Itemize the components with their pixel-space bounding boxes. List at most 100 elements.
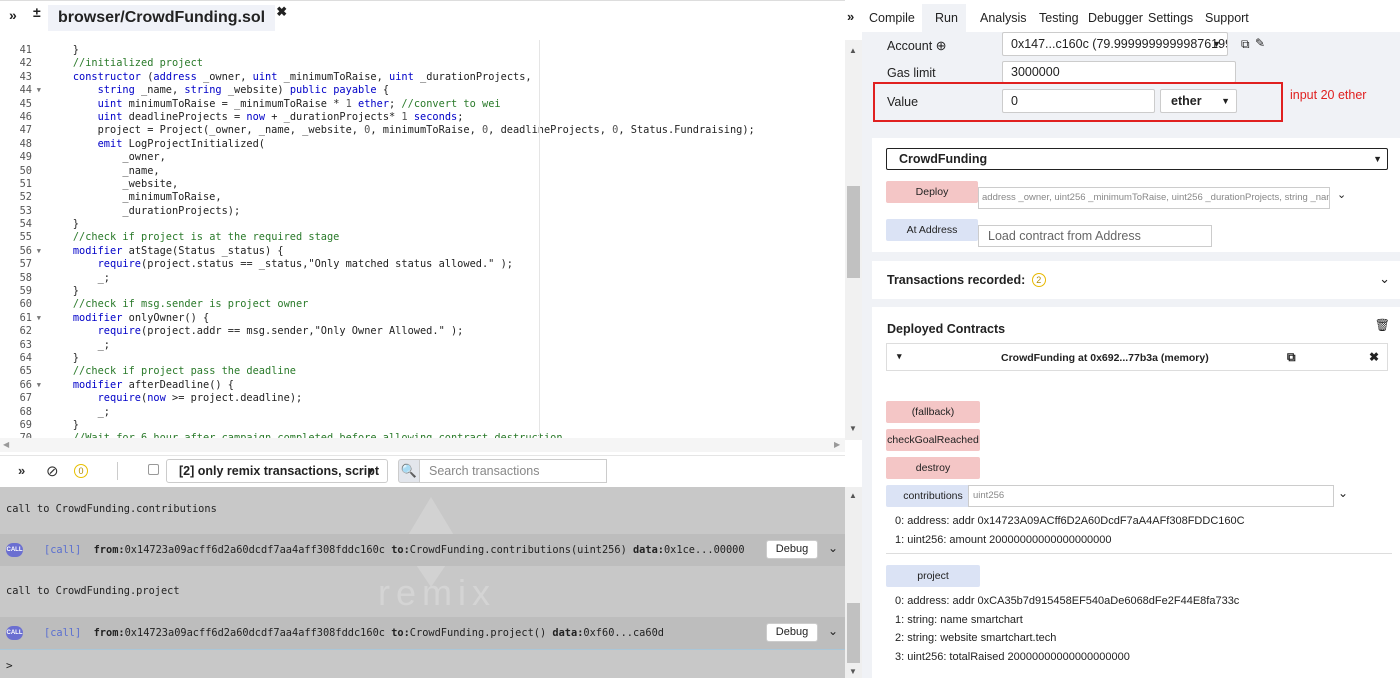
tab-run[interactable]: Run [935,11,958,25]
check-goal-reached-button[interactable]: checkGoalReached [886,429,980,451]
fallback-button[interactable]: (fallback) [886,401,980,423]
terminal-scrollbar[interactable]: ▲ ▼ [845,487,862,678]
project-button[interactable]: project [886,565,980,587]
code-editor[interactable]: 41 42 43 44 ▼ 45 46 47 48 49 50 51 52 53 54 55 56 ▼ 57 58 59… [0,40,845,438]
code-line[interactable]: } [48,285,835,298]
destroy-button[interactable]: destroy [886,457,980,479]
tab-analysis[interactable]: Analysis [980,11,1027,25]
contributions-input[interactable]: uint256 [968,485,1334,507]
code-line[interactable]: require(now >= project.deadline); [48,392,835,405]
code-line[interactable]: _minimumToRaise, [48,191,835,204]
code-line[interactable]: _name, [48,165,835,178]
deploy-args-input[interactable]: address _owner, uint256 _minimumToRaise,… [978,187,1330,209]
fold-icon[interactable]: ▼ [37,245,41,258]
add-account-icon[interactable]: ⊕ [936,38,947,53]
listen-network-checkbox[interactable] [148,464,159,475]
contract-instance-header[interactable]: ▾ CrowdFunding at 0x692...77b3a (memory)… [886,343,1388,371]
tab-testing[interactable]: Testing [1039,11,1079,25]
chevron-down-icon[interactable]: ⌄ [828,624,838,638]
code-line[interactable]: //check if project pass the deadline [48,365,835,378]
transaction-row[interactable]: CALL [call] from:0x14723a09acff6d2a60dcd… [0,617,845,649]
tab-settings[interactable]: Settings [1148,11,1193,25]
minimize-terminal-icon[interactable]: » [18,463,25,478]
line-number: 41 [19,44,32,56]
code-line[interactable]: } [48,352,835,365]
code-line[interactable]: //check if project is at the required st… [48,231,835,244]
account-select[interactable]: 0x147...c160c (79.99999999999876199 ▼ [1002,32,1228,56]
code-line[interactable]: } [48,419,835,432]
collapse-right-icon[interactable]: » [847,9,854,24]
fold-icon[interactable]: ▼ [37,312,41,325]
code-line[interactable]: _; [48,339,835,352]
debug-button[interactable]: Debug [766,540,818,559]
deploy-button[interactable]: Deploy [886,181,978,203]
chevron-down-icon[interactable]: ⌄ [1337,188,1346,201]
chevron-down-icon[interactable]: ⌄ [828,541,838,555]
code-line[interactable]: _website, [48,178,835,191]
code-line[interactable]: uint minimumToRaise = _minimumToRaise * … [48,98,835,111]
code-line[interactable]: } [48,218,835,231]
search-icon[interactable]: 🔍 [398,459,420,483]
at-address-button[interactable]: At Address [886,219,978,241]
code-line[interactable]: _; [48,406,835,419]
code-line[interactable]: //check if msg.sender is project owner [48,298,835,311]
code-line[interactable]: require(project.addr == msg.sender,"Only… [48,325,835,338]
close-icon[interactable]: ✖ [1369,350,1379,364]
chevron-down-icon[interactable]: ⌄ [1338,486,1348,500]
scroll-left-icon[interactable]: ◀ [3,440,9,449]
editor-scrollbar[interactable]: ▲ ▼ [845,40,862,440]
transaction-summary: [call] from:0x14723a09acff6d2a60dcdf7aa4… [44,544,745,556]
edit-icon[interactable]: ✎ [1255,36,1265,50]
code-line[interactable]: } [48,44,835,57]
tab-compile[interactable]: Compile [869,11,915,25]
code-line[interactable]: string _name, string _website) public pa… [48,84,835,97]
close-tab-icon[interactable]: ✖ [276,0,287,25]
terminal-prompt[interactable]: > [6,659,13,672]
contract-select[interactable]: CrowdFunding ▼ [886,148,1388,170]
contributions-button[interactable]: contributions [886,485,980,507]
code-line[interactable]: modifier onlyOwner() { [48,312,835,325]
gas-limit-input[interactable]: 3000000 [1002,61,1236,83]
tab-crowdfunding-sol[interactable]: browser/CrowdFunding.sol ✖ [48,4,287,31]
code-content[interactable]: } //initialized project constructor (add… [48,44,835,438]
code-line[interactable]: //initialized project [48,57,835,70]
trash-icon[interactable]: 🗑 [1375,318,1390,332]
remix-ide: » ± browser/CrowdFunding.sol ✖ 41 42 43 44 ▼… [0,0,1400,678]
editor-scroll-thumb[interactable] [847,186,860,278]
tab-debugger[interactable]: Debugger [1088,11,1143,25]
code-line[interactable]: uint deadlineProjects = now + _durationP… [48,111,835,124]
terminal-scroll-thumb[interactable] [847,603,860,663]
code-line[interactable]: require(project.status == _status,"Only … [48,258,835,271]
caret-down-icon[interactable]: ▾ [897,351,902,362]
code-line[interactable]: _durationProjects); [48,205,835,218]
debug-button[interactable]: Debug [766,623,818,642]
transaction-filter-dropdown[interactable]: [2] only remix transactions, script ▼ [166,459,388,483]
code-line[interactable]: _; [48,272,835,285]
code-line[interactable]: emit LogProjectInitialized( [48,138,835,151]
search-transactions-input[interactable] [420,459,607,483]
load-address-input[interactable] [978,225,1212,247]
scroll-right-icon[interactable]: ▶ [834,440,840,449]
scroll-down-icon[interactable]: ▼ [849,424,857,433]
fold-icon[interactable]: ▼ [37,379,41,392]
code-line[interactable]: project = Project(_owner, _name, _websit… [48,124,835,137]
add-file-icon[interactable]: ± [33,4,41,20]
editor-horizontal-scrollbar[interactable]: ◀ ▶ [0,438,845,452]
code-line[interactable]: modifier afterDeadline() { [48,379,835,392]
scroll-up-icon[interactable]: ▲ [849,491,857,500]
tab-support[interactable]: Support [1205,11,1249,25]
transactions-recorded-card[interactable]: Transactions recorded: 2 ⌄ [872,261,1400,299]
chevron-down-icon[interactable]: ⌄ [1379,271,1390,287]
copy-icon[interactable]: ⧉ [1287,350,1296,365]
code-line[interactable]: _owner, [48,151,835,164]
line-number: 43 [19,70,32,83]
scroll-up-icon[interactable]: ▲ [849,46,857,55]
clear-console-icon[interactable]: ⊘ [46,462,59,480]
code-line[interactable]: constructor (address _owner, uint _minim… [48,71,835,84]
code-line[interactable]: modifier atStage(Status _status) { [48,245,835,258]
scroll-down-icon[interactable]: ▼ [849,667,857,676]
fold-icon[interactable]: ▼ [37,84,41,97]
collapse-left-icon[interactable]: » [9,7,17,23]
copy-icon[interactable]: ⧉ [1241,37,1250,52]
transaction-row[interactable]: CALL [call] from:0x14723a09acff6d2a60dcd… [0,534,845,566]
